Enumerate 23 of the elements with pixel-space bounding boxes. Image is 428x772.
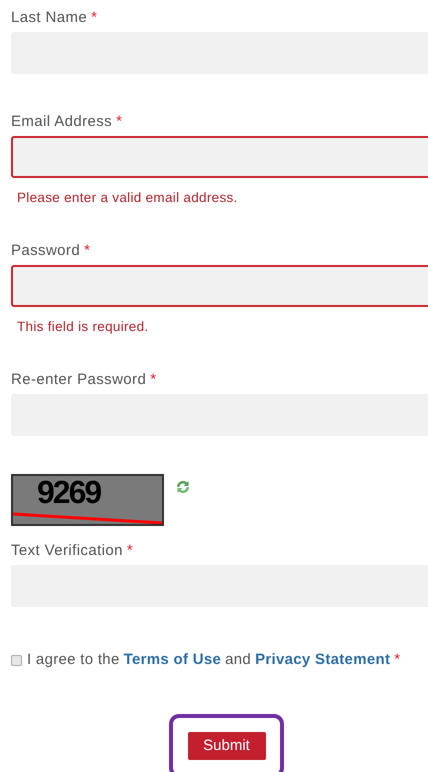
- field-label: Password: [11, 240, 80, 261]
- agreement-text: I agree to the: [27, 650, 120, 670]
- required-mark: *: [116, 112, 122, 132]
- input-field[interactable]: [11, 265, 428, 307]
- field-label: Re-enter Password: [11, 370, 146, 390]
- privacy-link[interactable]: Privacy Statement: [255, 648, 390, 672]
- refresh-icon[interactable]: [174, 479, 192, 495]
- terms-link[interactable]: Terms of Use: [124, 648, 222, 672]
- required-mark: *: [91, 8, 98, 28]
- error-message: This field is required.: [17, 319, 150, 335]
- submit-button[interactable]: Submit: [188, 732, 266, 760]
- required-mark: *: [126, 540, 134, 561]
- required-mark: *: [84, 240, 90, 261]
- input-field[interactable]: [11, 136, 428, 178]
- agreement-text: and: [225, 650, 252, 670]
- field-label: Text Verification: [11, 540, 123, 561]
- checkbox[interactable]: [11, 654, 22, 666]
- required-mark: *: [394, 650, 400, 670]
- field-label: Email Address: [11, 112, 112, 132]
- error-message: Please enter a valid email address.: [17, 190, 239, 206]
- captcha-image: 9269: [11, 474, 164, 526]
- required-mark: *: [150, 370, 156, 390]
- field-label: Last Name: [11, 8, 88, 28]
